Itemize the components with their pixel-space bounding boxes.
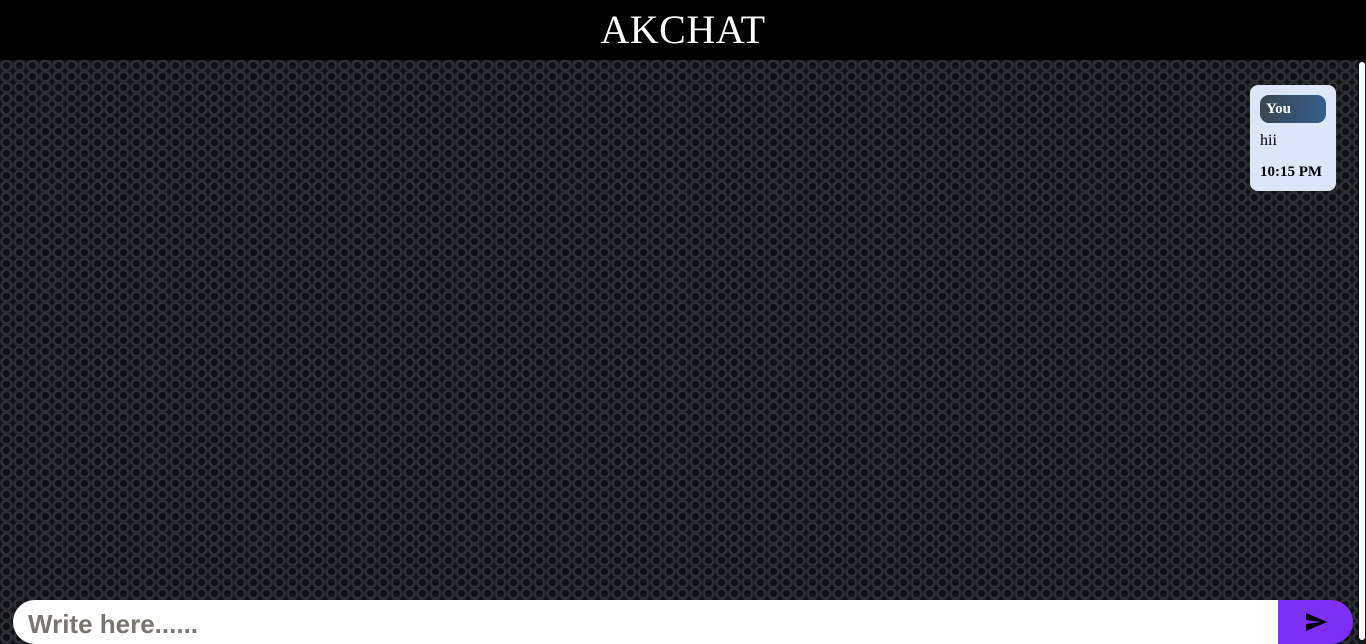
- app-header: AKCHAT: [0, 0, 1366, 60]
- message-area[interactable]: [0, 60, 1366, 644]
- message-text: hii: [1260, 132, 1277, 149]
- scrollbar-thumb[interactable]: [1359, 62, 1365, 640]
- app-title: AKCHAT: [600, 7, 766, 52]
- message-area-scrollbar[interactable]: [1358, 60, 1366, 644]
- message-input[interactable]: [13, 600, 1288, 644]
- message-sender: You: [1260, 95, 1326, 123]
- send-button[interactable]: [1278, 600, 1353, 644]
- message-bubble-outgoing: You hii 10:15 PM: [1250, 85, 1336, 191]
- message-timestamp: 10:15 PM: [1260, 164, 1323, 180]
- send-icon: [1305, 613, 1327, 631]
- chat-app: AKCHAT You hii 10:15 PM: [0, 0, 1366, 644]
- message-composer: [13, 600, 1353, 644]
